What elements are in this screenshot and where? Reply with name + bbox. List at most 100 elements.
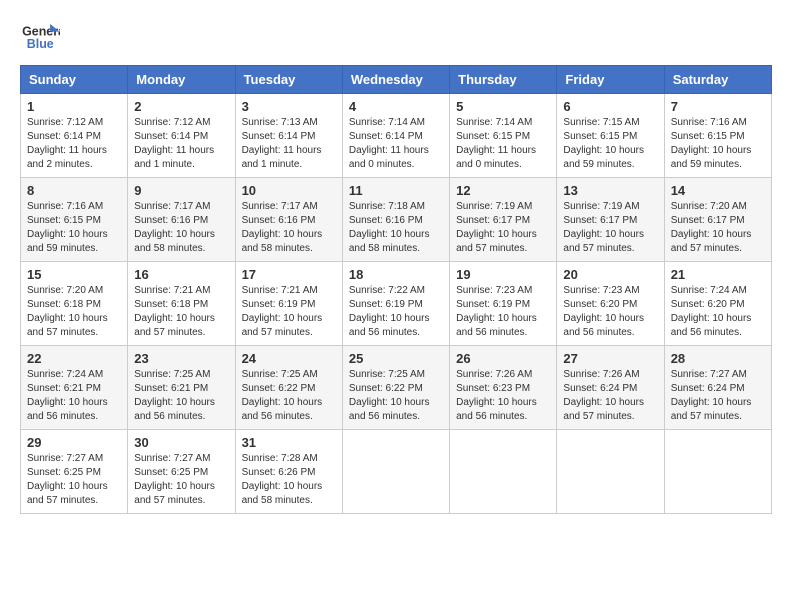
calendar-cell: 21 Sunrise: 7:24 AMSunset: 6:20 PMDayligh… [664, 262, 771, 346]
calendar-cell: 4 Sunrise: 7:14 AMSunset: 6:14 PMDaylight… [342, 94, 449, 178]
calendar-cell: 29Sunrise: 7:27 AMSunset: 6:25 PMDayligh… [21, 430, 128, 514]
calendar-cell: 15Sunrise: 7:20 AMSunset: 6:18 PMDayligh… [21, 262, 128, 346]
weekday-header-monday: Monday [128, 66, 235, 94]
calendar-cell: 5 Sunrise: 7:14 AMSunset: 6:15 PMDaylight… [450, 94, 557, 178]
week-row-5: 29Sunrise: 7:27 AMSunset: 6:25 PMDayligh… [21, 430, 772, 514]
calendar-cell: 2 Sunrise: 7:12 AMSunset: 6:14 PMDaylight… [128, 94, 235, 178]
day-info: Sunrise: 7:16 AMSunset: 6:15 PMDaylight:… [27, 201, 108, 254]
day-info: Sunrise: 7:12 AMSunset: 6:14 PMDaylight:… [134, 117, 214, 170]
logo: General Blue [20, 20, 64, 55]
day-number: 4 [349, 99, 443, 114]
day-info: Sunrise: 7:24 AMSunset: 6:21 PMDaylight:… [27, 369, 108, 422]
calendar-cell: 30 Sunrise: 7:27 AMSunset: 6:25 PMDayligh… [128, 430, 235, 514]
day-info: Sunrise: 7:25 AMSunset: 6:22 PMDaylight:… [242, 369, 323, 422]
day-number: 21 [671, 267, 765, 282]
day-number: 14 [671, 183, 765, 198]
calendar-cell: 8 Sunrise: 7:16 AMSunset: 6:15 PMDaylight… [21, 178, 128, 262]
calendar-cell: 27 Sunrise: 7:26 AMSunset: 6:24 PMDayligh… [557, 346, 664, 430]
day-info: Sunrise: 7:21 AMSunset: 6:18 PMDaylight:… [134, 285, 215, 338]
day-info: Sunrise: 7:15 AMSunset: 6:15 PMDaylight:… [563, 117, 644, 170]
week-row-4: 22 Sunrise: 7:24 AMSunset: 6:21 PMDayligh… [21, 346, 772, 430]
calendar-cell: 28 Sunrise: 7:27 AMSunset: 6:24 PMDayligh… [664, 346, 771, 430]
day-number: 3 [242, 99, 336, 114]
week-row-3: 15Sunrise: 7:20 AMSunset: 6:18 PMDayligh… [21, 262, 772, 346]
day-info: Sunrise: 7:20 AMSunset: 6:17 PMDaylight:… [671, 201, 752, 254]
day-number: 18 [349, 267, 443, 282]
day-info: Sunrise: 7:28 AMSunset: 6:26 PMDaylight:… [242, 453, 323, 506]
day-number: 13 [563, 183, 657, 198]
day-info: Sunrise: 7:14 AMSunset: 6:14 PMDaylight:… [349, 117, 429, 170]
calendar-cell [450, 430, 557, 514]
logo-icon: General Blue [20, 20, 60, 55]
calendar-cell: 19 Sunrise: 7:23 AMSunset: 6:19 PMDayligh… [450, 262, 557, 346]
calendar-cell: 22 Sunrise: 7:24 AMSunset: 6:21 PMDayligh… [21, 346, 128, 430]
weekday-header-friday: Friday [557, 66, 664, 94]
day-number: 12 [456, 183, 550, 198]
calendar-cell: 26Sunrise: 7:26 AMSunset: 6:23 PMDayligh… [450, 346, 557, 430]
calendar-cell: 10 Sunrise: 7:17 AMSunset: 6:16 PMDayligh… [235, 178, 342, 262]
day-info: Sunrise: 7:22 AMSunset: 6:19 PMDaylight:… [349, 285, 430, 338]
svg-text:Blue: Blue [27, 37, 54, 51]
calendar-cell: 3 Sunrise: 7:13 AMSunset: 6:14 PMDaylight… [235, 94, 342, 178]
day-number: 10 [242, 183, 336, 198]
day-number: 16 [134, 267, 228, 282]
calendar-cell [342, 430, 449, 514]
calendar-cell: 17 Sunrise: 7:21 AMSunset: 6:19 PMDayligh… [235, 262, 342, 346]
calendar-cell: 13Sunrise: 7:19 AMSunset: 6:17 PMDayligh… [557, 178, 664, 262]
calendar-cell: 11 Sunrise: 7:18 AMSunset: 6:16 PMDayligh… [342, 178, 449, 262]
day-number: 2 [134, 99, 228, 114]
day-info: Sunrise: 7:21 AMSunset: 6:19 PMDaylight:… [242, 285, 323, 338]
day-info: Sunrise: 7:24 AMSunset: 6:20 PMDaylight:… [671, 285, 752, 338]
day-info: Sunrise: 7:12 AMSunset: 6:14 PMDaylight:… [27, 117, 107, 170]
week-row-2: 8 Sunrise: 7:16 AMSunset: 6:15 PMDaylight… [21, 178, 772, 262]
weekday-header-tuesday: Tuesday [235, 66, 342, 94]
weekday-header-thursday: Thursday [450, 66, 557, 94]
calendar-cell: 14 Sunrise: 7:20 AMSunset: 6:17 PMDayligh… [664, 178, 771, 262]
day-number: 23 [134, 351, 228, 366]
calendar-cell: 18 Sunrise: 7:22 AMSunset: 6:19 PMDayligh… [342, 262, 449, 346]
day-number: 8 [27, 183, 121, 198]
day-number: 15 [27, 267, 121, 282]
day-info: Sunrise: 7:18 AMSunset: 6:16 PMDaylight:… [349, 201, 430, 254]
day-info: Sunrise: 7:23 AMSunset: 6:19 PMDaylight:… [456, 285, 537, 338]
day-info: Sunrise: 7:19 AMSunset: 6:17 PMDaylight:… [456, 201, 537, 254]
day-number: 5 [456, 99, 550, 114]
weekday-header-saturday: Saturday [664, 66, 771, 94]
calendar-cell [557, 430, 664, 514]
day-info: Sunrise: 7:17 AMSunset: 6:16 PMDaylight:… [134, 201, 215, 254]
day-info: Sunrise: 7:27 AMSunset: 6:25 PMDaylight:… [134, 453, 215, 506]
page-header: General Blue [20, 20, 772, 55]
day-number: 11 [349, 183, 443, 198]
calendar-cell: 25Sunrise: 7:25 AMSunset: 6:22 PMDayligh… [342, 346, 449, 430]
calendar-cell: 6 Sunrise: 7:15 AMSunset: 6:15 PMDaylight… [557, 94, 664, 178]
day-number: 28 [671, 351, 765, 366]
calendar-cell [664, 430, 771, 514]
day-number: 7 [671, 99, 765, 114]
calendar-cell: 16 Sunrise: 7:21 AMSunset: 6:18 PMDayligh… [128, 262, 235, 346]
week-row-1: 1Sunrise: 7:12 AMSunset: 6:14 PMDaylight… [21, 94, 772, 178]
day-number: 17 [242, 267, 336, 282]
calendar-cell: 12 Sunrise: 7:19 AMSunset: 6:17 PMDayligh… [450, 178, 557, 262]
day-info: Sunrise: 7:13 AMSunset: 6:14 PMDaylight:… [242, 117, 322, 170]
day-number: 22 [27, 351, 121, 366]
calendar-cell: 20Sunrise: 7:23 AMSunset: 6:20 PMDayligh… [557, 262, 664, 346]
day-number: 20 [563, 267, 657, 282]
day-number: 19 [456, 267, 550, 282]
calendar-cell: 1Sunrise: 7:12 AMSunset: 6:14 PMDaylight… [21, 94, 128, 178]
day-info: Sunrise: 7:25 AMSunset: 6:21 PMDaylight:… [134, 369, 215, 422]
day-number: 27 [563, 351, 657, 366]
weekday-header-wednesday: Wednesday [342, 66, 449, 94]
calendar-table: SundayMondayTuesdayWednesdayThursdayFrid… [20, 65, 772, 514]
calendar-cell: 31Sunrise: 7:28 AMSunset: 6:26 PMDayligh… [235, 430, 342, 514]
day-number: 6 [563, 99, 657, 114]
day-info: Sunrise: 7:17 AMSunset: 6:16 PMDaylight:… [242, 201, 323, 254]
day-number: 24 [242, 351, 336, 366]
day-info: Sunrise: 7:25 AMSunset: 6:22 PMDaylight:… [349, 369, 430, 422]
day-number: 30 [134, 435, 228, 450]
day-info: Sunrise: 7:26 AMSunset: 6:24 PMDaylight:… [563, 369, 644, 422]
day-info: Sunrise: 7:27 AMSunset: 6:24 PMDaylight:… [671, 369, 752, 422]
day-info: Sunrise: 7:14 AMSunset: 6:15 PMDaylight:… [456, 117, 536, 170]
day-info: Sunrise: 7:26 AMSunset: 6:23 PMDaylight:… [456, 369, 537, 422]
weekday-header-sunday: Sunday [21, 66, 128, 94]
calendar-cell: 7Sunrise: 7:16 AMSunset: 6:15 PMDaylight… [664, 94, 771, 178]
